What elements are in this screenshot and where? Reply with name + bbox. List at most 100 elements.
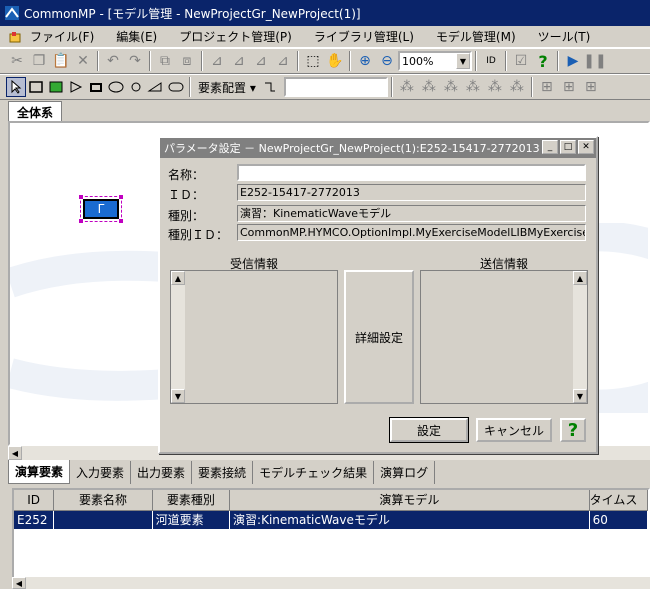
align3-icon[interactable]: ⊿ xyxy=(250,50,272,72)
arrange-icon[interactable]: ⊞ xyxy=(536,76,558,98)
river-element-node[interactable]: Γ xyxy=(79,195,123,223)
ellipse-tool-icon[interactable] xyxy=(106,77,126,97)
col-header-timestep[interactable]: タイムス xyxy=(589,490,648,511)
dialog-title: パラメータ設定 － NewProjectGr_NewProject(1):E25… xyxy=(164,142,540,155)
dialog-titlebar[interactable]: パラメータ設定 － NewProjectGr_NewProject(1):E25… xyxy=(160,138,596,158)
filled-rect-tool-icon[interactable] xyxy=(86,77,106,97)
toolbar-separator xyxy=(149,51,151,71)
id-toggle-button[interactable]: ID xyxy=(480,50,502,72)
kind-label: 種別： xyxy=(168,209,205,223)
circle-tool-icon[interactable] xyxy=(126,77,146,97)
selection-handle[interactable] xyxy=(119,195,123,199)
detail-settings-button[interactable]: 詳細設定 xyxy=(344,270,414,404)
scroll-up-icon[interactable]: ▲ xyxy=(573,271,587,285)
triangle-tool-icon[interactable] xyxy=(66,77,86,97)
selection-handle[interactable] xyxy=(79,219,83,223)
undo-icon[interactable]: ↶ xyxy=(102,50,124,72)
selection-handle[interactable] xyxy=(119,219,123,223)
paste-icon[interactable]: 📋 xyxy=(50,50,72,72)
canvas-tabs: 全体系 xyxy=(8,101,63,121)
col-header-name[interactable]: 要素名称 xyxy=(53,490,153,511)
cancel-button[interactable]: キャンセル xyxy=(476,418,552,442)
ungroup-icon[interactable]: ⧈ xyxy=(176,50,198,72)
element-search-input[interactable] xyxy=(283,77,388,97)
tab-whole-system[interactable]: 全体系 xyxy=(8,101,63,121)
align4-icon[interactable]: ⊿ xyxy=(272,50,294,72)
scroll-down-icon[interactable]: ▼ xyxy=(171,389,185,403)
minimize-icon[interactable]: _ xyxy=(542,140,558,154)
scroll-down-icon[interactable]: ▼ xyxy=(573,389,587,403)
help-button[interactable]: ? xyxy=(560,418,586,442)
scroll-left-icon[interactable]: ◀ xyxy=(8,446,22,460)
grid-hscrollbar[interactable]: ◀ xyxy=(12,577,650,589)
table-row[interactable]: E252 河道要素 演習:KinematicWaveモデル 60 xyxy=(14,510,648,529)
element-layout-dropdown[interactable]: 要素配置 ▾ xyxy=(198,79,256,96)
window-titlebar[interactable]: CommonMP - [モデル管理 - NewProjectGr_NewProj… xyxy=(0,0,650,26)
arrange3-icon[interactable]: ⊞ xyxy=(580,76,602,98)
connector-tool-icon[interactable] xyxy=(260,77,280,97)
cell-id: E252 xyxy=(14,510,55,529)
distribute2-icon[interactable]: ⁂ xyxy=(418,76,440,98)
menu-library[interactable]: ライブラリ管理(L) xyxy=(314,28,414,45)
distribute-icon[interactable]: ⁂ xyxy=(396,76,418,98)
check-icon[interactable]: ☑ xyxy=(510,50,532,72)
chevron-down-icon[interactable]: ▼ xyxy=(456,53,470,69)
rounded-rect-tool-icon[interactable] xyxy=(166,77,186,97)
toolbar-separator xyxy=(297,51,299,71)
tab-input-elements[interactable]: 入力要素 xyxy=(70,461,132,484)
scroll-up-icon[interactable]: ▲ xyxy=(171,271,185,285)
help-icon[interactable]: ? xyxy=(532,50,554,72)
cut-icon[interactable]: ✂ xyxy=(6,50,28,72)
distribute4-icon[interactable]: ⁂ xyxy=(462,76,484,98)
play-icon[interactable]: ▶ xyxy=(562,50,584,72)
delete-icon[interactable]: ✕ xyxy=(72,50,94,72)
kind-id-label: 種別ＩＤ： xyxy=(168,228,229,242)
selection-handle[interactable] xyxy=(79,195,83,199)
menu-edit[interactable]: 編集(E) xyxy=(116,28,157,45)
tab-calc-elements[interactable]: 演算要素 xyxy=(8,460,71,484)
close-icon[interactable]: ✕ xyxy=(578,140,594,154)
ok-button[interactable]: 設定 xyxy=(389,417,469,443)
menu-model[interactable]: モデル管理(M) xyxy=(436,28,516,45)
send-info-list[interactable]: ▲ ▼ xyxy=(420,270,588,404)
maximize-icon[interactable]: □ xyxy=(560,140,576,154)
document-icon[interactable] xyxy=(8,30,22,44)
send-vscrollbar[interactable]: ▲ ▼ xyxy=(573,271,587,403)
group-icon[interactable]: ⧉ xyxy=(154,50,176,72)
align2-icon[interactable]: ⊿ xyxy=(228,50,250,72)
parallelogram-tool-icon[interactable] xyxy=(146,77,166,97)
scroll-left-icon[interactable]: ◀ xyxy=(12,577,26,589)
distribute6-icon[interactable]: ⁂ xyxy=(506,76,528,98)
pointer-select-icon[interactable]: ⬚ xyxy=(302,50,324,72)
arrange2-icon[interactable]: ⊞ xyxy=(558,76,580,98)
distribute3-icon[interactable]: ⁂ xyxy=(440,76,462,98)
pause-icon[interactable]: ❚❚ xyxy=(583,50,606,72)
receive-info-list[interactable]: ▲ ▼ xyxy=(170,270,338,404)
cell-model: 演習:KinematicWaveモデル xyxy=(229,510,590,529)
zoom-out-icon[interactable]: ⊖ xyxy=(376,50,398,72)
receive-vscrollbar[interactable]: ▲ ▼ xyxy=(171,271,185,403)
zoom-select[interactable]: 100% ▼ xyxy=(398,51,472,71)
green-rectangle-tool-icon[interactable] xyxy=(46,77,66,97)
menu-project[interactable]: プロジェクト管理(P) xyxy=(179,28,292,45)
col-header-model[interactable]: 演算モデル xyxy=(229,490,590,511)
zoom-value: 100% xyxy=(402,54,434,68)
col-header-id[interactable]: ID xyxy=(14,490,55,511)
tab-element-connections[interactable]: 要素接続 xyxy=(192,461,254,484)
arrow-pointer-icon[interactable] xyxy=(6,77,26,97)
align-icon[interactable]: ⊿ xyxy=(206,50,228,72)
copy-icon[interactable]: ❐ xyxy=(28,50,50,72)
name-input[interactable] xyxy=(237,164,586,181)
window-title: CommonMP - [モデル管理 - NewProjectGr_NewProj… xyxy=(24,6,361,21)
tab-output-elements[interactable]: 出力要素 xyxy=(131,461,193,484)
zoom-in-icon[interactable]: ⊕ xyxy=(354,50,376,72)
tab-model-check-results[interactable]: モデルチェック結果 xyxy=(253,461,375,484)
menu-file[interactable]: ファイル(F) xyxy=(30,28,94,45)
tab-calc-log[interactable]: 演算ログ xyxy=(374,461,436,484)
menu-tools[interactable]: ツール(T) xyxy=(538,28,591,45)
hand-icon[interactable]: ✋ xyxy=(324,50,346,72)
rectangle-tool-icon[interactable] xyxy=(26,77,46,97)
distribute5-icon[interactable]: ⁂ xyxy=(484,76,506,98)
redo-icon[interactable]: ↷ xyxy=(124,50,146,72)
col-header-kind[interactable]: 要素種別 xyxy=(152,490,231,511)
